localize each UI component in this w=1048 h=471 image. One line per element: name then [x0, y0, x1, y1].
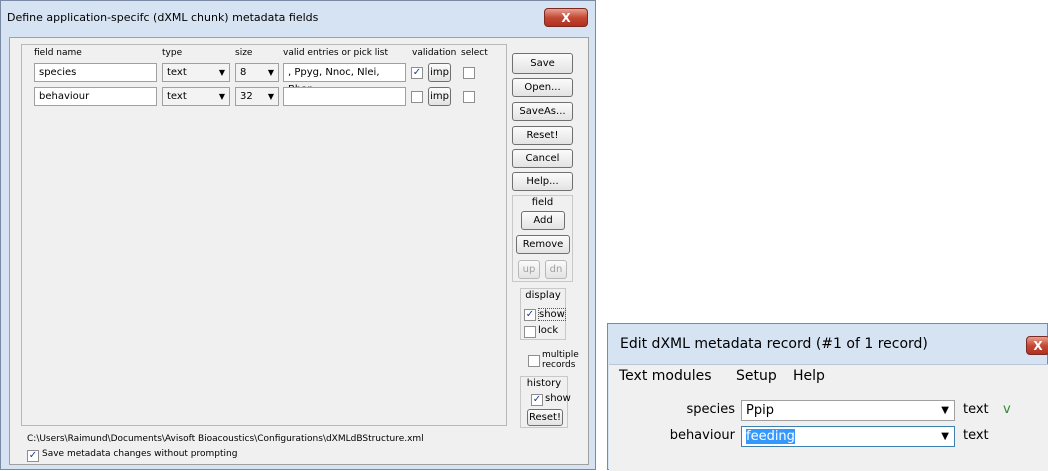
dialog-client-area: field name type size valid entries or pi…: [9, 37, 589, 465]
display-group: display ✓ show lock: [520, 288, 566, 340]
header-validation: validation: [412, 48, 457, 58]
close-icon[interactable]: X: [561, 11, 570, 25]
display-lock-label[interactable]: lock: [538, 325, 558, 336]
size-value: 8: [240, 67, 247, 78]
chevron-down-icon: ▼: [267, 92, 274, 101]
field-name-input[interactable]: species: [34, 63, 157, 82]
chevron-down-icon[interactable]: ▼: [941, 401, 949, 420]
display-group-label: display: [525, 290, 561, 301]
size-select[interactable]: 32 ▼: [235, 87, 279, 106]
saveas-button[interactable]: SaveAs...: [512, 102, 573, 121]
menu-bar: Text modules Setup Help: [609, 364, 1048, 391]
help-button[interactable]: Help...: [512, 172, 573, 191]
chevron-down-icon[interactable]: ▼: [941, 427, 949, 446]
header-select: select: [461, 48, 488, 58]
behaviour-type-label: text: [963, 428, 989, 443]
close-button[interactable]: X: [1026, 336, 1048, 355]
menu-help[interactable]: Help: [793, 368, 825, 384]
size-value: 32: [240, 91, 253, 102]
chevron-down-icon: ▼: [218, 92, 225, 101]
type-value: text: [167, 67, 187, 78]
history-show-checkbox[interactable]: ✓: [531, 394, 543, 406]
validation-checkbox[interactable]: ✓: [411, 67, 423, 79]
display-show-checkbox[interactable]: ✓: [524, 309, 536, 321]
imp-button[interactable]: imp: [428, 63, 451, 82]
type-value: text: [167, 91, 187, 102]
type-select[interactable]: text ▼: [162, 87, 230, 106]
move-down-button[interactable]: dn: [545, 260, 567, 279]
open-button[interactable]: Open...: [512, 78, 573, 97]
select-checkbox[interactable]: [463, 91, 475, 103]
header-valid-entries: valid entries or pick list: [283, 48, 388, 58]
multiple-records-line1: multiple: [542, 350, 579, 360]
dialog-title: Edit dXML metadata record (#1 of 1 recor…: [620, 336, 928, 352]
behaviour-value: feeding: [746, 429, 795, 444]
multiple-records-checkbox[interactable]: [528, 355, 540, 367]
history-show-label[interactable]: show: [545, 393, 571, 404]
field-group-label: field: [531, 197, 554, 208]
save-without-prompting-label[interactable]: Save metadata changes without prompting: [42, 449, 237, 459]
size-select[interactable]: 8 ▼: [235, 63, 279, 82]
metadata-fields-dialog: Define application-specifc (dXML chunk) …: [0, 0, 596, 470]
field-group: field Add Remove up dn: [512, 195, 573, 282]
type-select[interactable]: text ▼: [162, 63, 230, 82]
chevron-down-icon: ▼: [218, 68, 225, 77]
fields-grid: field name type size valid entries or pi…: [21, 44, 507, 426]
display-show-label[interactable]: show: [538, 308, 566, 321]
behaviour-input[interactable]: feeding ▼: [741, 426, 955, 447]
save-without-prompting-checkbox[interactable]: ✓: [27, 450, 39, 462]
history-group: history ✓ show Reset!: [520, 376, 571, 428]
menu-text-modules[interactable]: Text modules: [619, 368, 712, 384]
history-group-label: history: [526, 378, 562, 389]
validation-checkbox[interactable]: [411, 91, 423, 103]
species-valid-mark: v: [1003, 402, 1011, 417]
field-name-input[interactable]: behaviour: [34, 87, 157, 106]
multiple-records-line2: records: [542, 360, 576, 370]
valid-entries-input[interactable]: , Ppyg, Nnoc, Nlei, Bbar: [283, 63, 406, 95]
field-label-behaviour: behaviour: [669, 428, 735, 443]
close-button[interactable]: X: [544, 8, 588, 27]
display-lock-checkbox[interactable]: [524, 326, 536, 338]
chevron-down-icon: ▼: [267, 68, 274, 77]
cancel-button[interactable]: Cancel: [512, 149, 573, 168]
header-size: size: [235, 48, 253, 58]
select-checkbox[interactable]: [463, 67, 475, 79]
menu-setup[interactable]: Setup: [736, 368, 777, 384]
header-field-name: field name: [34, 48, 82, 58]
reset-button[interactable]: Reset!: [512, 126, 573, 145]
remove-field-button[interactable]: Remove: [516, 235, 570, 254]
move-up-button[interactable]: up: [518, 260, 540, 279]
record-fields-area: species Ppip ▼ text v behaviour feeding …: [609, 391, 1048, 471]
header-type: type: [162, 48, 183, 58]
multiple-records-label: multiple records: [542, 350, 579, 370]
species-type-label: text: [963, 402, 989, 417]
close-icon[interactable]: X: [1033, 339, 1042, 353]
history-reset-button[interactable]: Reset!: [527, 409, 563, 426]
add-field-button[interactable]: Add: [521, 211, 565, 230]
field-label-species: species: [686, 402, 735, 417]
species-value: Ppip: [746, 403, 774, 418]
dialog-title: Define application-specifc (dXML chunk) …: [7, 11, 319, 24]
valid-entries-input[interactable]: [283, 87, 406, 106]
save-button[interactable]: Save: [512, 53, 573, 74]
config-path: C:\Users\Raimund\Documents\Avisoft Bioac…: [27, 434, 424, 444]
species-input[interactable]: Ppip ▼: [741, 400, 955, 421]
imp-button[interactable]: imp: [428, 87, 451, 106]
edit-metadata-record-dialog: Edit dXML metadata record (#1 of 1 recor…: [607, 323, 1048, 471]
